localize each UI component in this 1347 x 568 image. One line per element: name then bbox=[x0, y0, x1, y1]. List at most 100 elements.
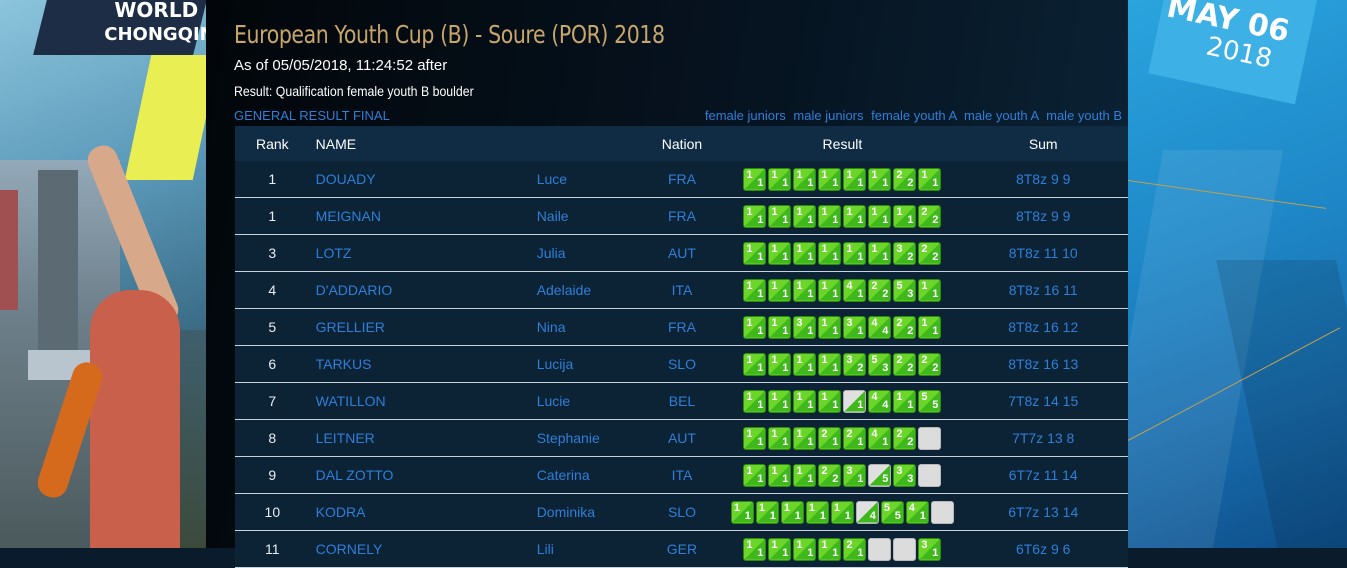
zone-attempts: 2 bbox=[907, 250, 914, 263]
top-attempts: 1 bbox=[746, 390, 753, 403]
category-link-male-youth-a[interactable]: male youth A bbox=[964, 108, 1038, 123]
boulder-attempt-box: 11 bbox=[818, 241, 842, 265]
athlete-lastname-link[interactable]: LOTZ bbox=[309, 234, 537, 272]
header-nation: Nation bbox=[637, 126, 727, 161]
athlete-lastname-link[interactable]: CORNELY bbox=[309, 530, 537, 568]
top-attempts: 4 bbox=[846, 279, 853, 292]
zone-attempts: 1 bbox=[807, 250, 814, 263]
sum-cell: 7T7z 13 8 bbox=[958, 419, 1128, 457]
category-link-male-juniors[interactable]: male juniors bbox=[793, 108, 863, 123]
athlete-firstname-link[interactable]: Luce bbox=[536, 161, 638, 198]
athlete-firstname-link[interactable]: Stephanie bbox=[536, 419, 638, 457]
top-attempts: 3 bbox=[846, 353, 853, 366]
table-row[interactable]: 8 LEITNER Stephanie AUT 1 1 1 1 1 1 2 1 2 1 4 1 2 2 7T7z 1… bbox=[235, 419, 1128, 457]
boulder-attempt-box: 11 bbox=[743, 352, 767, 376]
athlete-lastname-link[interactable]: GRELLIER bbox=[309, 308, 537, 346]
zone-attempts: 4 bbox=[869, 509, 876, 522]
table-row[interactable]: 3 LOTZ Julia AUT 1 1 1 1 1 1 1 1 1 1 1 1 3 2 2 2 8T8z 11 10 bbox=[235, 234, 1128, 272]
top-attempts: 1 bbox=[746, 464, 753, 477]
result-cell: 111111111145541 bbox=[726, 493, 959, 531]
zone-attempts: 1 bbox=[757, 546, 764, 559]
boulder-attempt-box: 11 bbox=[793, 389, 817, 413]
boulder-attempt-box bbox=[918, 463, 942, 487]
top-attempts: 3 bbox=[796, 316, 803, 329]
nation-link[interactable]: AUT bbox=[637, 419, 727, 457]
nation-link[interactable]: BEL bbox=[637, 382, 727, 420]
zone-attempts: 5 bbox=[932, 398, 939, 411]
header-sum: Sum bbox=[958, 126, 1128, 161]
athlete-firstname-link[interactable]: Julia bbox=[536, 234, 638, 272]
zone-attempts: 1 bbox=[932, 287, 939, 300]
table-row[interactable]: 9 DAL ZOTTO Caterina ITA 1 1 1 1 1 1 2 2 3 1 5 3 3 6T7z 1… bbox=[235, 456, 1128, 494]
athlete-lastname-link[interactable]: TARKUS bbox=[309, 345, 537, 383]
zone-attempts: 1 bbox=[757, 472, 764, 485]
table-row[interactable]: 10 KODRA Dominika SLO 1 1 1 1 1 1 1 1 1 1 4 5 5 4 1 6T7z 13… bbox=[235, 493, 1128, 531]
result-cell: 1111111132532222 bbox=[726, 345, 959, 383]
boulder-attempt-box: 11 bbox=[818, 537, 842, 561]
table-row[interactable]: 4 D'ADDARIO Adelaide ITA 1 1 1 1 1 1 1 1 4 1 2 2 5 3 1 1 8T8… bbox=[235, 271, 1128, 309]
nation-link[interactable]: SLO bbox=[637, 345, 727, 383]
nation-link[interactable]: FRA bbox=[637, 308, 727, 346]
athlete-firstname-link[interactable]: Naile bbox=[536, 197, 638, 235]
zone-attempts: 2 bbox=[857, 361, 864, 374]
nation-link[interactable]: SLO bbox=[637, 493, 727, 531]
zone-attempts: 1 bbox=[807, 435, 814, 448]
table-row[interactable]: 6 TARKUS Lucija SLO 1 1 1 1 1 1 1 1 3 2 5 3 2 2 2 2 8T8z 16 … bbox=[235, 345, 1128, 383]
top-attempts: 1 bbox=[771, 538, 778, 551]
top-attempts: 1 bbox=[821, 538, 828, 551]
zone-attempts: 1 bbox=[807, 546, 814, 559]
nation-link[interactable]: FRA bbox=[637, 197, 727, 235]
boulder-attempt-box: 11 bbox=[793, 352, 817, 376]
category-link-female-juniors[interactable]: female juniors bbox=[705, 108, 786, 123]
zone-attempts: 5 bbox=[894, 509, 901, 522]
athlete-lastname-link[interactable]: LEITNER bbox=[309, 419, 537, 457]
athlete-firstname-link[interactable]: Nina bbox=[536, 308, 638, 346]
boulder-attempt-box: 11 bbox=[918, 167, 942, 191]
zone-attempts: 5 bbox=[882, 472, 889, 485]
general-result-link[interactable]: GENERAL RESULT FINAL bbox=[234, 108, 390, 123]
rank-cell: 1 bbox=[235, 197, 310, 235]
zone-attempts: 1 bbox=[857, 287, 864, 300]
athlete-firstname-link[interactable]: Lucie bbox=[536, 382, 638, 420]
athlete-firstname-link[interactable]: Dominika bbox=[536, 493, 638, 531]
boulder-attempt-box bbox=[893, 537, 917, 561]
category-link-female-youth-a[interactable]: female youth A bbox=[871, 108, 956, 123]
boulder-results: 1111111132532222 bbox=[743, 352, 942, 376]
nation-link[interactable]: GER bbox=[637, 530, 727, 568]
athlete-firstname-link[interactable]: Lili bbox=[536, 530, 638, 568]
boulder-attempt-box: 11 bbox=[868, 167, 892, 191]
table-row[interactable]: 11 CORNELY Lili GER 1 1 1 1 1 1 1 1 2 1 3 1 6T6z 9 6 bbox=[235, 530, 1128, 568]
athlete-lastname-link[interactable]: MEIGNAN bbox=[309, 197, 537, 235]
boulder-attempt-box: 21 bbox=[818, 426, 842, 450]
athlete-lastname-link[interactable]: DAL ZOTTO bbox=[309, 456, 537, 494]
boulder-attempt-box: 22 bbox=[918, 241, 942, 265]
nation-link[interactable]: ITA bbox=[637, 456, 727, 494]
nation-link[interactable]: ITA bbox=[637, 271, 727, 309]
boulder-attempt-box: 11 bbox=[768, 278, 792, 302]
athlete-lastname-link[interactable]: KODRA bbox=[309, 493, 537, 531]
zone-attempts: 2 bbox=[932, 213, 939, 226]
nation-link[interactable]: FRA bbox=[637, 161, 727, 198]
athlete-firstname-link[interactable]: Lucija bbox=[536, 345, 638, 383]
top-attempts: 2 bbox=[921, 242, 928, 255]
table-row[interactable]: 1 DOUADY Luce FRA 1 1 1 1 1 1 1 1 1 1 1 1 2 2 1 1 8T8z 9 9 bbox=[235, 161, 1128, 198]
top-attempts: 5 bbox=[921, 390, 928, 403]
athlete-lastname-link[interactable]: DOUADY bbox=[309, 161, 537, 198]
boulder-attempt-box bbox=[930, 500, 954, 524]
athlete-lastname-link[interactable]: WATILLON bbox=[309, 382, 537, 420]
zone-attempts: 2 bbox=[907, 324, 914, 337]
table-row[interactable]: 5 GRELLIER Nina FRA 1 1 1 1 3 1 1 1 3 1 4 4 2 2 1 1 8T8z 16 … bbox=[235, 308, 1128, 346]
table-row[interactable]: 1 MEIGNAN Naile FRA 1 1 1 1 1 1 1 1 1 1 1 1 1 1 2 2 8T8z 9 9 bbox=[235, 197, 1128, 235]
zone-attempts: 1 bbox=[807, 361, 814, 374]
athlete-firstname-link[interactable]: Adelaide bbox=[536, 271, 638, 309]
athlete-lastname-link[interactable]: D'ADDARIO bbox=[309, 271, 537, 309]
category-link-male-youth-b[interactable]: male youth B bbox=[1046, 108, 1122, 123]
zone-attempts: 1 bbox=[932, 546, 939, 559]
top-attempts: 1 bbox=[796, 464, 803, 477]
top-attempts: 4 bbox=[871, 316, 878, 329]
header-firstname bbox=[536, 126, 638, 161]
nation-link[interactable]: AUT bbox=[637, 234, 727, 272]
athlete-firstname-link[interactable]: Caterina bbox=[536, 456, 638, 494]
top-attempts: 1 bbox=[896, 205, 903, 218]
table-row[interactable]: 7 WATILLON Lucie BEL 1 1 1 1 1 1 1 1 1 4 4 1 1 5 5 7T8z 14 … bbox=[235, 382, 1128, 420]
